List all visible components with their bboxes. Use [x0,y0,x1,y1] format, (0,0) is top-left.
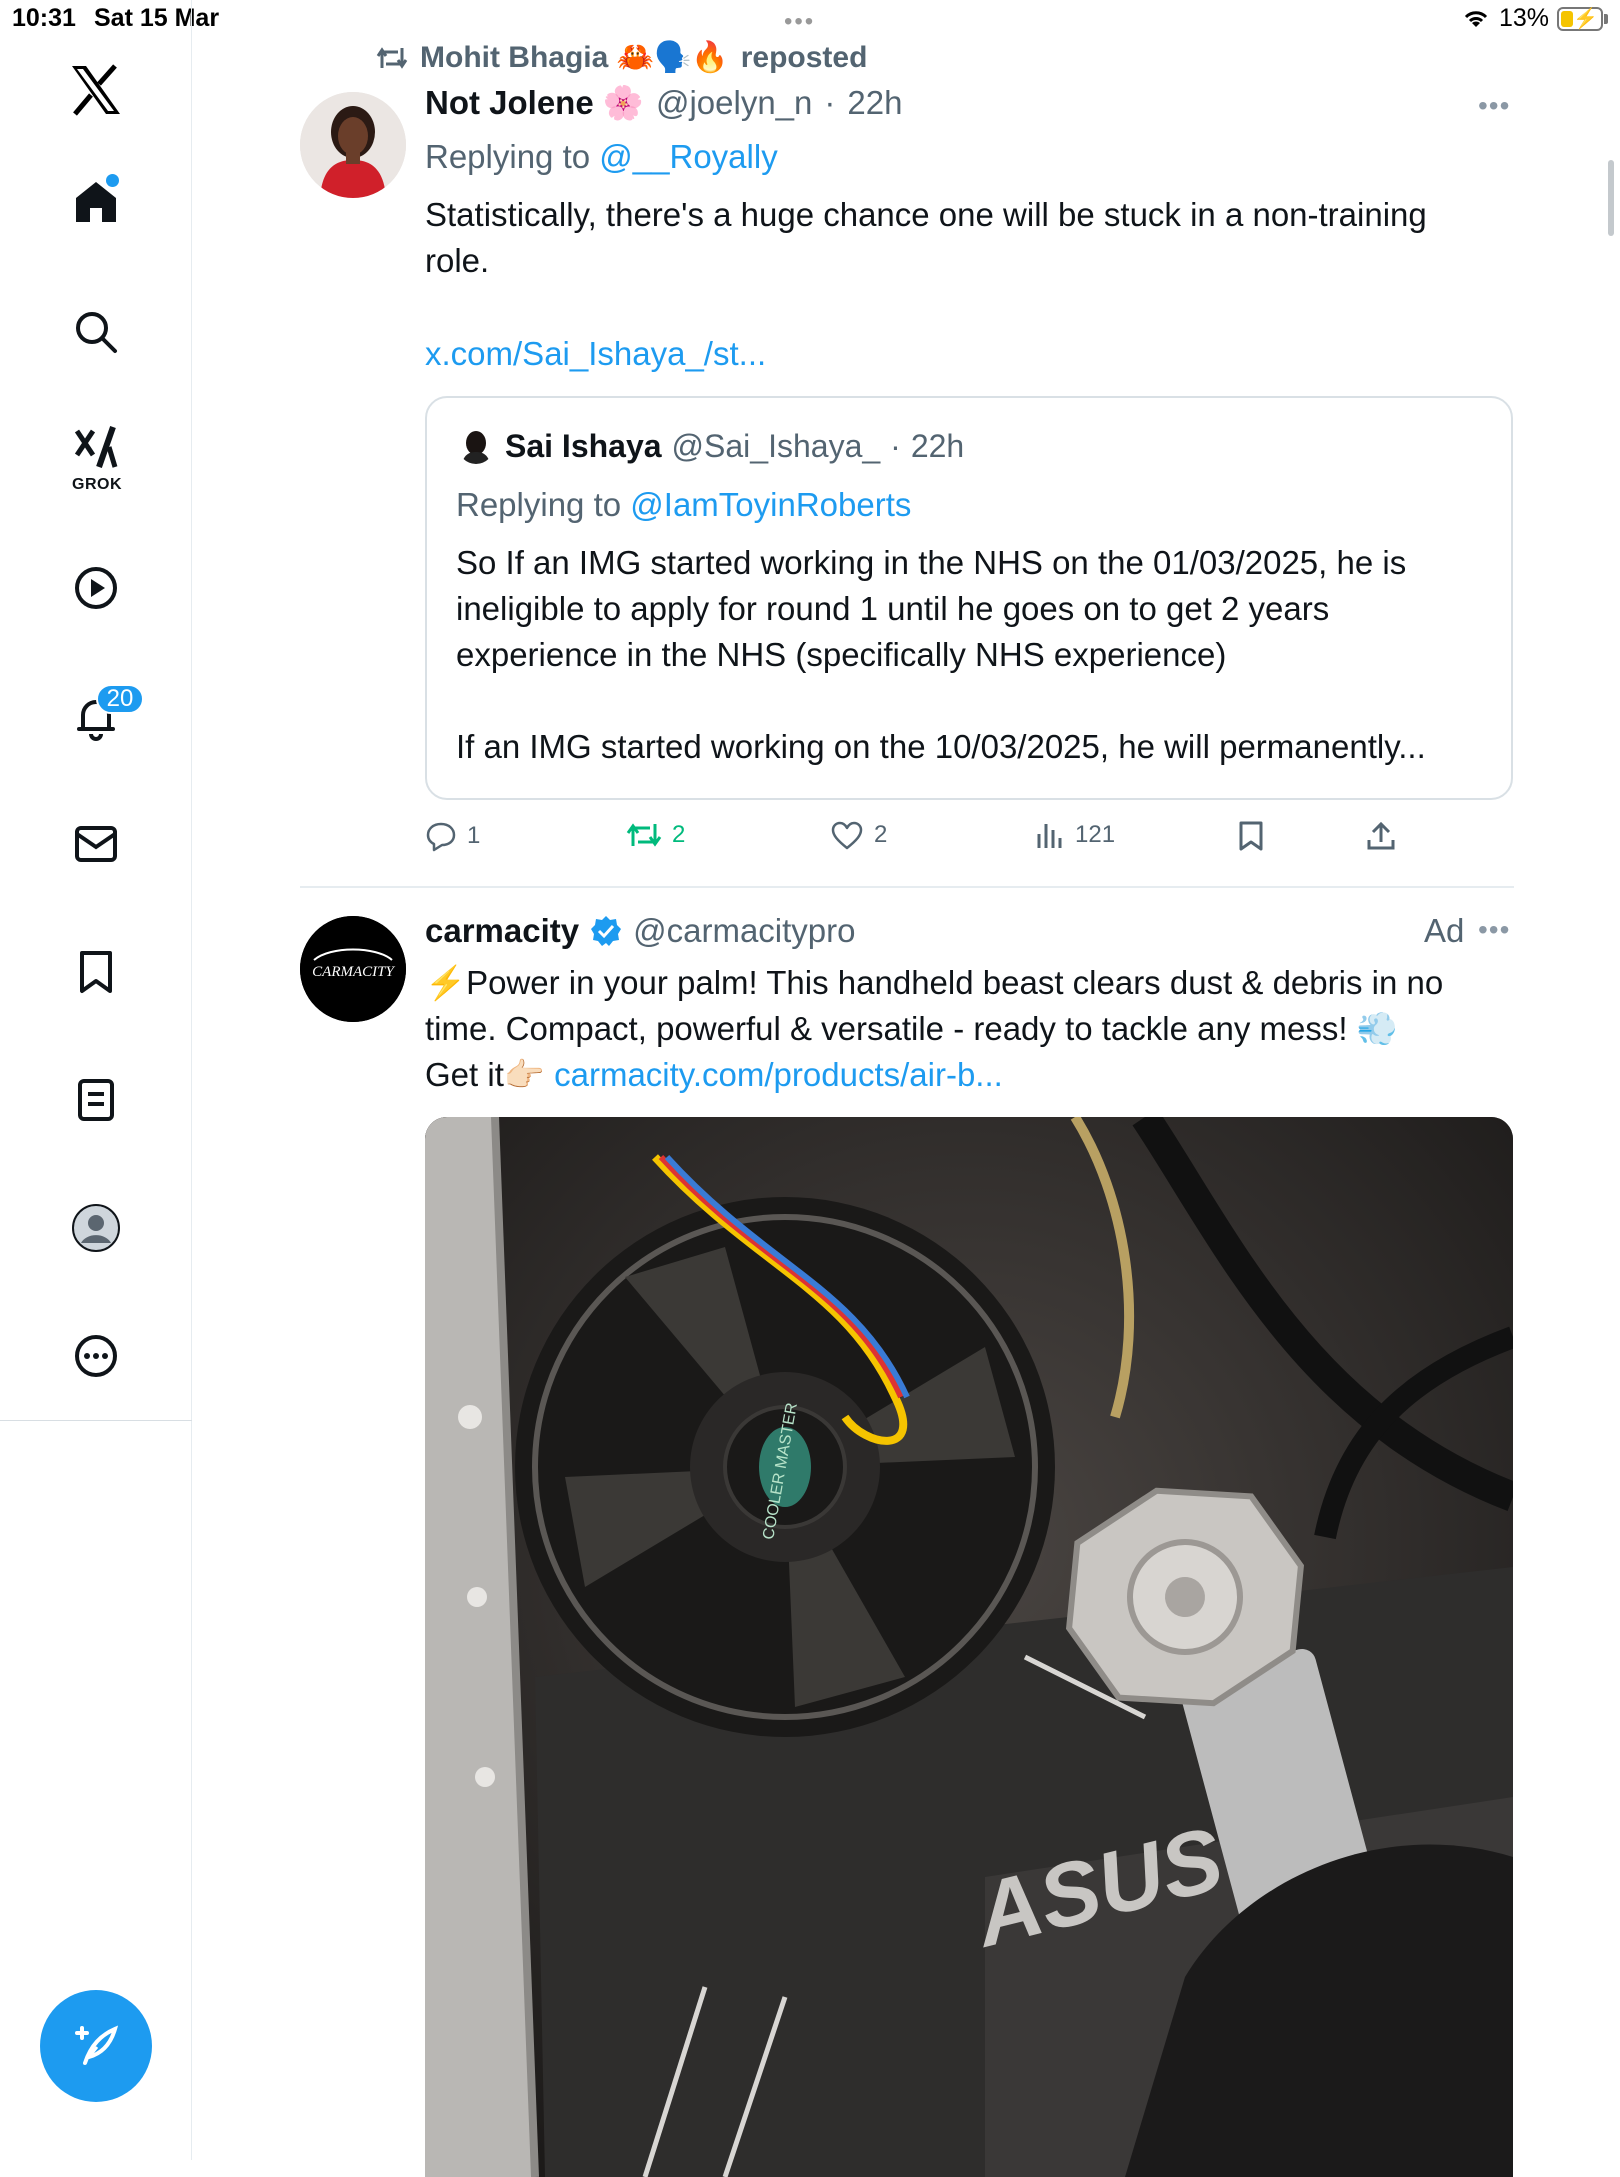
sidebar-divider [0,1420,192,1421]
tweet2-more-icon[interactable]: ••• [1478,914,1510,946]
tweet1-text: Statistically, there's a huge chance one… [425,192,1515,284]
views-chart-icon [1037,824,1062,848]
repost-context: Mohit Bhagia 🦀🗣️🔥 reposted [376,40,867,75]
quote-replying: Replying to @IamToyinRoberts [456,482,911,528]
tweet2-link[interactable]: carmacity.com/products/air-b... [554,1056,1003,1093]
tweet1-header: Not Jolene 🌸 @joelyn_n · 22h [425,84,902,123]
quote-line2: ineligible to apply for round 1 until he… [456,590,1330,627]
tweet2-author-name[interactable]: carmacity [425,912,579,950]
views-count: 121 [1075,821,1116,848]
quote-line3: experience in the NHS (specifically NHS … [456,636,1227,673]
tweet-divider [300,886,1514,888]
dot-separator: · [824,84,836,121]
share-icon [1367,821,1395,850]
bookmark-icon [1239,821,1263,851]
battery-icon: ⚡ [1557,6,1603,31]
video-icon[interactable] [56,548,136,628]
quote-time: 22h [910,428,965,464]
search-icon[interactable] [56,292,136,372]
quote-author-name: Sai Ishaya [505,428,662,464]
quote-line4: If an IMG started working on the 10/03/2… [456,728,1426,765]
tweet1-handle[interactable]: @joelyn_n [656,84,812,122]
repost-count: 2 [672,821,686,848]
more-options-icon[interactable] [56,1316,136,1396]
profile-avatar-icon[interactable] [56,1188,136,1268]
tweet2-text: ⚡Power in your palm! This handheld beast… [425,960,1525,1098]
repost-button[interactable]: 2 [626,820,685,850]
multitask-dots[interactable]: ••• [784,8,815,36]
tweet1-text-line1: Statistically, there's a huge chance one… [425,196,1427,233]
bookmarks-icon[interactable] [56,932,136,1012]
wifi-icon [1464,10,1488,27]
tweet1-replying: Replying to @__Royally [425,134,778,180]
quote-handle: @Sai_Ishaya_ [671,428,881,464]
lists-icon[interactable] [56,1060,136,1140]
tweet2-line3-prefix: Get it👉🏻 [425,1056,545,1093]
compose-feather-icon [75,2025,119,2065]
like-button[interactable]: 2 [830,820,887,850]
tweet1-author-name[interactable]: Not Jolene 🌸 [425,84,644,123]
reply-icon [426,822,456,852]
repost-icon [376,46,408,69]
share-button[interactable] [1365,820,1397,852]
scrollbar[interactable] [1608,160,1614,236]
quote-header: Sai Ishaya @Sai_Ishaya_ · 22h [505,428,964,465]
avatar-sai-ishaya [458,428,494,464]
heart-icon [831,821,863,850]
battery-percent: 13% [1498,4,1549,32]
tweet1-link[interactable]: x.com/Sai_Ishaya_/st... [425,331,766,377]
repost-action-icon [626,823,662,847]
x-logo-icon[interactable] [56,50,136,130]
reposter-name[interactable]: Mohit Bhagia 🦀🗣️🔥 [420,40,729,75]
like-count: 2 [874,821,888,848]
ad-media-video[interactable]: ASUS COOLER MASTER [425,1117,1513,2177]
avatar-not-jolene[interactable] [300,92,406,198]
tweet1-time[interactable]: 22h [847,84,902,122]
quote-replying-handle[interactable]: @IamToyinRoberts [630,486,911,523]
notifications-badge: 20 [96,684,144,714]
tweet2-handle[interactable]: @carmacitypro [633,912,855,950]
bookmark-button[interactable] [1237,820,1265,852]
dot-separator: · [890,428,901,464]
views-button[interactable]: 121 [1035,820,1115,850]
messages-icon[interactable] [56,804,136,884]
home-unread-dot [106,174,119,187]
quote-text: So If an IMG started working in the NHS … [456,540,1496,770]
tweet2-line3: Get it👉🏻 carmacity.com/products/air-b... [425,1052,1525,1098]
reposted-label: reposted [740,40,868,74]
replying-to-handle[interactable]: @__Royally [599,138,777,175]
tweet2-line2: time. Compact, powerful & versatile - re… [425,1010,1398,1047]
avatar-brand-text: CARMACITY [312,964,395,980]
verified-badge-icon [591,916,622,946]
tweet2-header: carmacity @carmacitypro [425,912,856,950]
quote-replying-label: Replying to [456,486,622,523]
ad-label: Ad [1424,912,1465,949]
grok-label: GROK [72,476,122,493]
reply-button[interactable]: 1 [425,820,480,852]
replying-to-label: Replying to [425,138,591,175]
avatar-carmacity[interactable]: CARMACITY [300,916,406,1022]
tweet1-text-line2: role. [425,242,490,279]
reply-count: 1 [467,822,481,849]
tweet1-more-icon[interactable]: ••• [1478,90,1510,122]
home-icon[interactable] [56,162,136,242]
tweet2-line1: ⚡Power in your palm! This handheld beast… [425,964,1444,1001]
compose-button[interactable] [40,1990,152,2102]
status-right: 13% ⚡ [1461,4,1608,33]
media-frame: ASUS COOLER MASTER [425,1117,1513,2177]
quote-line1: So If an IMG started working in the NHS … [456,544,1407,581]
